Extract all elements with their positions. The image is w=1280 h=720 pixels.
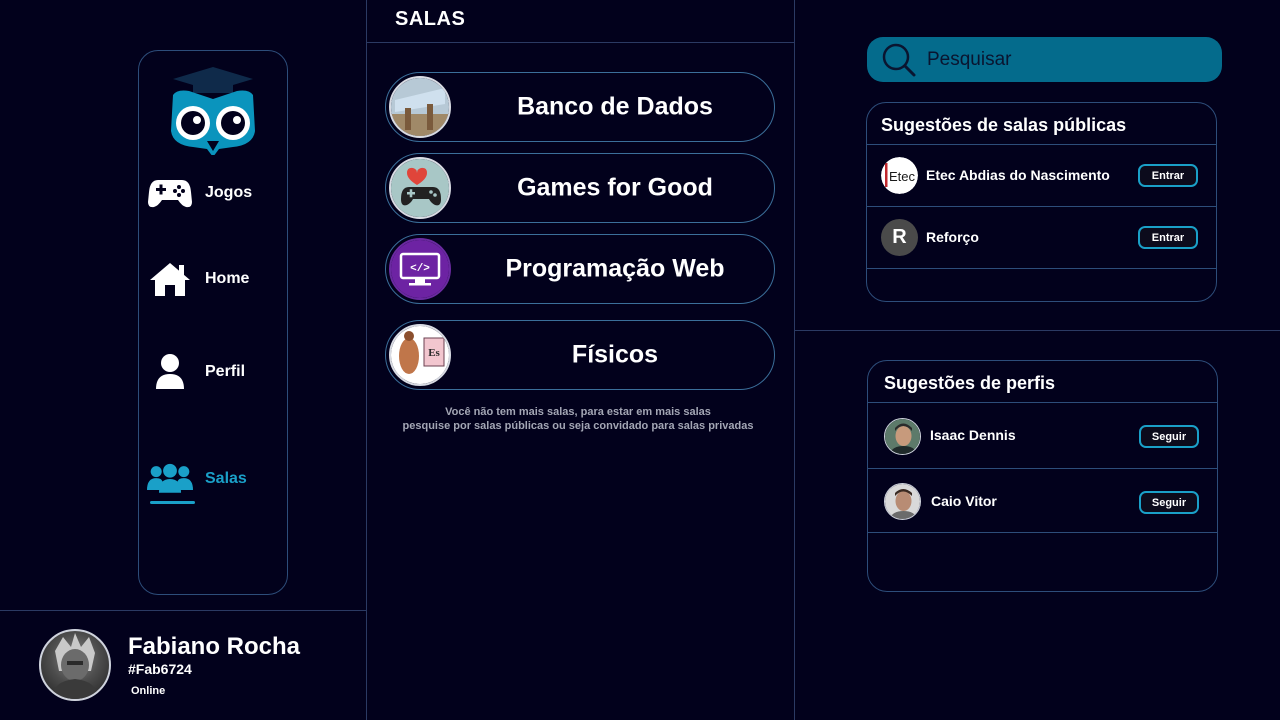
public-rooms-card: Sugestões de salas públicas Etec Etec Ab… — [866, 102, 1217, 302]
status-text: Online — [131, 685, 166, 697]
empty-message-line-1: Você não tem mais salas, para estar em m… — [445, 406, 711, 418]
physics-thumb-icon: Es — [389, 324, 451, 386]
room-fisicos[interactable]: Es Físicos — [385, 320, 775, 390]
svg-text:</>: </> — [410, 263, 430, 275]
search-bar[interactable] — [867, 37, 1222, 82]
home-icon — [147, 259, 193, 299]
profile-tag: #Fab6724 — [128, 661, 192, 677]
etec-logo-text: Etec — [889, 169, 916, 184]
profile-suggestion-name: Caio Vitor — [931, 493, 997, 509]
sidebar-item-label: Perfil — [205, 363, 246, 380]
right-section-divider — [794, 330, 1280, 331]
card-title: Sugestões de salas públicas — [867, 103, 1216, 145]
avatar-initial: R — [892, 226, 907, 248]
room-suggestion-name: Etec Abdias do Nascimento — [926, 167, 1110, 183]
room-name: Programação Web — [505, 254, 725, 283]
sidebar-item-perfil[interactable]: Perfil — [147, 352, 245, 392]
sidebar-item-label: Home — [205, 270, 250, 287]
room-suggestion-name: Reforço — [926, 229, 979, 245]
room-banco-de-dados[interactable]: Banco de Dados — [385, 72, 775, 142]
user-icon — [147, 352, 193, 392]
room-games-for-good[interactable]: Games for Good — [385, 153, 775, 223]
avatar[interactable] — [884, 483, 921, 520]
right-column-divider — [794, 0, 795, 720]
follow-button[interactable]: Seguir — [1139, 491, 1199, 514]
initial-avatar: R — [881, 219, 918, 256]
profile-suggestion-name: Isaac Dennis — [930, 427, 1016, 443]
list-item: Caio Vitor Seguir — [868, 469, 1217, 533]
avatar[interactable] — [39, 629, 111, 701]
heart-gamepad-thumb-icon — [389, 157, 451, 219]
database-thumb-icon — [389, 76, 451, 138]
join-button[interactable]: Entrar — [1138, 226, 1198, 249]
sidebar-item-salas[interactable]: Salas — [147, 459, 247, 499]
room-name: Games for Good — [517, 173, 713, 202]
left-column-divider — [366, 0, 367, 720]
owl-logo-icon — [167, 65, 259, 157]
code-monitor-thumb-icon: </> — [389, 238, 451, 300]
list-item: Etec Etec Abdias do Nascimento Entrar — [867, 145, 1216, 207]
gamepad-icon — [147, 173, 193, 213]
avatar[interactable] — [884, 418, 921, 455]
sidebar-item-home[interactable]: Home — [147, 259, 249, 299]
group-icon — [147, 459, 193, 499]
card-title: Sugestões de perfis — [868, 361, 1217, 403]
svg-text:Es: Es — [428, 347, 440, 359]
search-input[interactable] — [927, 48, 1197, 71]
sidebar-nav: Jogos Home Perfil Salas — [138, 50, 288, 595]
empty-message: Você não tem mais salas, para estar em m… — [385, 405, 771, 433]
active-indicator — [150, 501, 195, 504]
follow-button[interactable]: Seguir — [1139, 425, 1199, 448]
profile-divider — [0, 610, 366, 611]
empty-message-line-2: pesquise por salas públicas ou seja conv… — [402, 420, 754, 432]
salas-header-divider — [366, 42, 794, 43]
profile-suggestions-card: Sugestões de perfis Isaac Dennis Seguir … — [867, 360, 1218, 592]
room-name: Banco de Dados — [517, 92, 713, 121]
page-title: SALAS — [395, 8, 466, 30]
etec-logo-icon: Etec — [881, 157, 918, 194]
sidebar-item-jogos[interactable]: Jogos — [147, 173, 252, 213]
list-item: R Reforço Entrar — [867, 207, 1216, 269]
sidebar-item-label: Jogos — [205, 184, 253, 201]
profile-name: Fabiano Rocha — [128, 633, 301, 660]
sidebar-item-label: Salas — [205, 470, 247, 487]
search-icon[interactable] — [881, 42, 917, 78]
list-item: Isaac Dennis Seguir — [868, 403, 1217, 469]
room-name: Físicos — [571, 340, 659, 369]
join-button[interactable]: Entrar — [1138, 164, 1198, 187]
room-programacao-web[interactable]: </> Programação Web — [385, 234, 775, 304]
